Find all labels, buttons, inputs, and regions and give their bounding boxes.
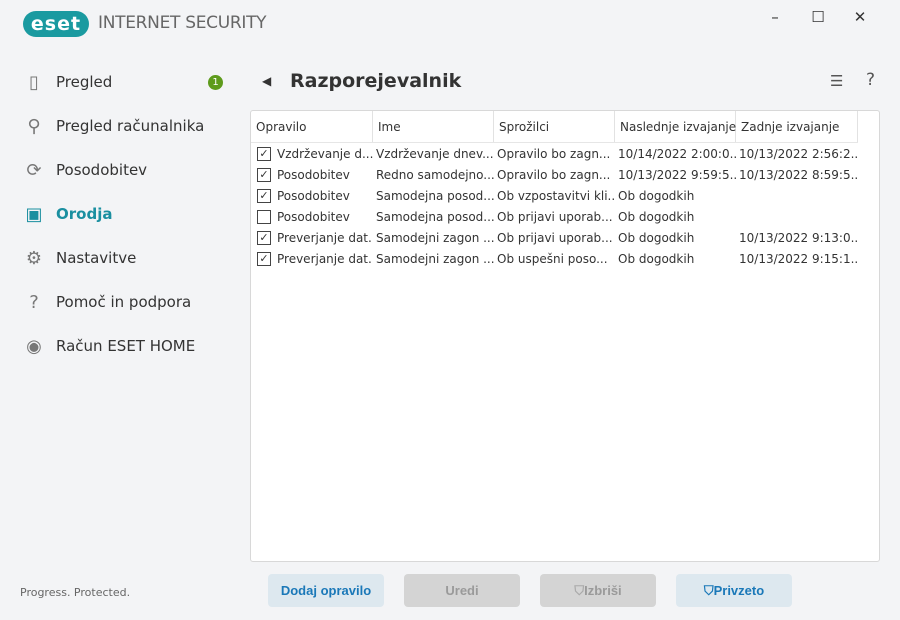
table-cell: 10/13/2022 9:59:5... xyxy=(618,167,736,182)
table-cell: Samodejna posod... xyxy=(376,209,494,224)
minimize-button[interactable]: – xyxy=(760,8,790,28)
column-header[interactable]: Sprožilci xyxy=(494,111,615,142)
sidebar-item-3[interactable]: ▣ Orodja xyxy=(22,197,232,231)
default-button[interactable]: ⛉ Privzeto xyxy=(676,574,792,607)
tagline: Progress. Protected. xyxy=(20,586,131,599)
page-title: Razporejevalnik xyxy=(290,70,462,92)
edit-button[interactable]: Uredi xyxy=(404,574,520,607)
help-button[interactable]: ? xyxy=(866,70,875,90)
table-header: Opravilo Ime Sprožilci Naslednje izvajanje Z… xyxy=(251,111,858,143)
sidebar-item-label: Orodja xyxy=(56,205,113,223)
scheduler-table: Opravilo Ime Sprožilci Naslednje izvajanje Z… xyxy=(250,110,880,562)
table-cell: Posodobitev xyxy=(277,188,350,203)
task-checkbox[interactable]: ✓ xyxy=(257,188,271,203)
column-header[interactable]: Opravilo xyxy=(251,111,373,142)
table-cell: 10/13/2022 9:15:1... xyxy=(739,251,858,266)
table-cell: Samodejna posod... xyxy=(376,188,494,203)
table-row[interactable]: ✓ Preverjanje dat... Samodejni zagon ... Ob… xyxy=(251,248,858,269)
product-name: INTERNET SECURITY xyxy=(98,13,267,33)
table-cell: Opravilo bo zagn... xyxy=(497,167,611,182)
sidebar-item-label: Račun ESET HOME xyxy=(56,337,196,355)
sidebar-item-1[interactable]: ⚲ Pregled računalnika xyxy=(22,109,232,143)
sidebar-item-4[interactable]: ⚙ Nastavitve xyxy=(22,241,232,275)
refresh-icon: ⟳ xyxy=(26,159,42,181)
column-header[interactable]: Ime xyxy=(373,111,494,142)
table-cell: Ob uspešni poso... xyxy=(497,251,608,266)
notification-badge: 1 xyxy=(208,75,223,90)
table-cell: 10/13/2022 2:56:2... xyxy=(739,146,858,161)
sidebar-item-0[interactable]: ▯ Pregled xyxy=(22,65,232,99)
table-cell: Ob dogodkih xyxy=(618,188,695,203)
maximize-button[interactable]: ☐ xyxy=(803,8,833,28)
task-checkbox[interactable]: ✓ xyxy=(257,230,271,245)
table-cell: Samodejni zagon ... xyxy=(376,251,494,266)
table-cell: 10/13/2022 9:13:0... xyxy=(739,230,858,245)
toolbox-icon: ▣ xyxy=(25,203,43,225)
table-cell: Vzdrževanje d... xyxy=(277,146,373,161)
table-cell: Ob vzpostavitvi kli... xyxy=(497,188,615,203)
add-task-button[interactable]: Dodaj opravilo xyxy=(268,574,384,607)
table-cell: Preverjanje dat... xyxy=(277,251,373,266)
sidebar-item-label: Posodobitev xyxy=(56,161,148,179)
table-cell: Ob dogodkih xyxy=(618,230,695,245)
table-row[interactable]: ✓ Posodobitev Redno samodejno... Opravilo b… xyxy=(251,164,858,185)
dashboard-icon: ▯ xyxy=(29,71,39,93)
shield-icon: ⛉ xyxy=(703,582,714,598)
table-cell: Preverjanje dat... xyxy=(277,230,373,245)
table-cell: 10/13/2022 8:59:5... xyxy=(739,167,858,182)
table-cell: Ob dogodkih xyxy=(618,251,695,266)
sidebar-item-2[interactable]: ⟳ Posodobitev xyxy=(22,153,232,187)
search-icon: ⚲ xyxy=(27,115,41,137)
sidebar-item-label: Pregled xyxy=(56,73,113,91)
task-checkbox[interactable] xyxy=(257,209,271,224)
help-icon: ? xyxy=(29,291,39,313)
table-cell: Redno samodejno... xyxy=(376,167,494,182)
gear-icon: ⚙ xyxy=(25,247,43,269)
table-cell: Samodejni zagon ... xyxy=(376,230,494,245)
delete-button[interactable]: ⛉ Izbriši xyxy=(540,574,656,607)
list-view-icon[interactable]: ☰ xyxy=(830,72,843,90)
column-header[interactable]: Zadnje izvajanje xyxy=(736,111,858,142)
account-icon: ◉ xyxy=(26,335,42,357)
table-row[interactable]: ✓ Vzdrževanje d... Vzdrževanje dnev... Opra… xyxy=(251,143,858,164)
table-cell: Ob prijavi uporab... xyxy=(497,230,613,245)
table-cell: 10/14/2022 2:00:0... xyxy=(618,146,736,161)
table-cell: Opravilo bo zagn... xyxy=(497,146,611,161)
sidebar-item-6[interactable]: ◉ Račun ESET HOME xyxy=(22,329,232,363)
eset-logo: eset xyxy=(23,11,89,37)
table-cell: Posodobitev xyxy=(277,167,350,182)
close-button[interactable]: ✕ xyxy=(845,8,875,28)
back-arrow-icon[interactable]: ◀ xyxy=(262,74,271,88)
shield-icon: ⛉ xyxy=(574,582,585,598)
sidebar-item-label: Pomoč in podpora xyxy=(56,293,192,311)
table-cell: Posodobitev xyxy=(277,209,350,224)
sidebar-item-5[interactable]: ? Pomoč in podpora xyxy=(22,285,232,319)
table-row[interactable]: Posodobitev Samodejna posod... Ob prijavi … xyxy=(251,206,858,227)
task-checkbox[interactable]: ✓ xyxy=(257,251,271,266)
table-cell: Ob prijavi uporab... xyxy=(497,209,613,224)
table-cell: Vzdrževanje dnev... xyxy=(376,146,494,161)
table-cell: Ob dogodkih xyxy=(618,209,695,224)
sidebar-item-label: Nastavitve xyxy=(56,249,137,267)
sidebar-item-label: Pregled računalnika xyxy=(56,117,205,135)
column-header[interactable]: Naslednje izvajanje xyxy=(615,111,736,142)
task-checkbox[interactable]: ✓ xyxy=(257,167,271,182)
task-checkbox[interactable]: ✓ xyxy=(257,146,271,161)
table-row[interactable]: ✓ Posodobitev Samodejna posod... Ob vzposta… xyxy=(251,185,858,206)
table-row[interactable]: ✓ Preverjanje dat... Samodejni zagon ... Ob… xyxy=(251,227,858,248)
